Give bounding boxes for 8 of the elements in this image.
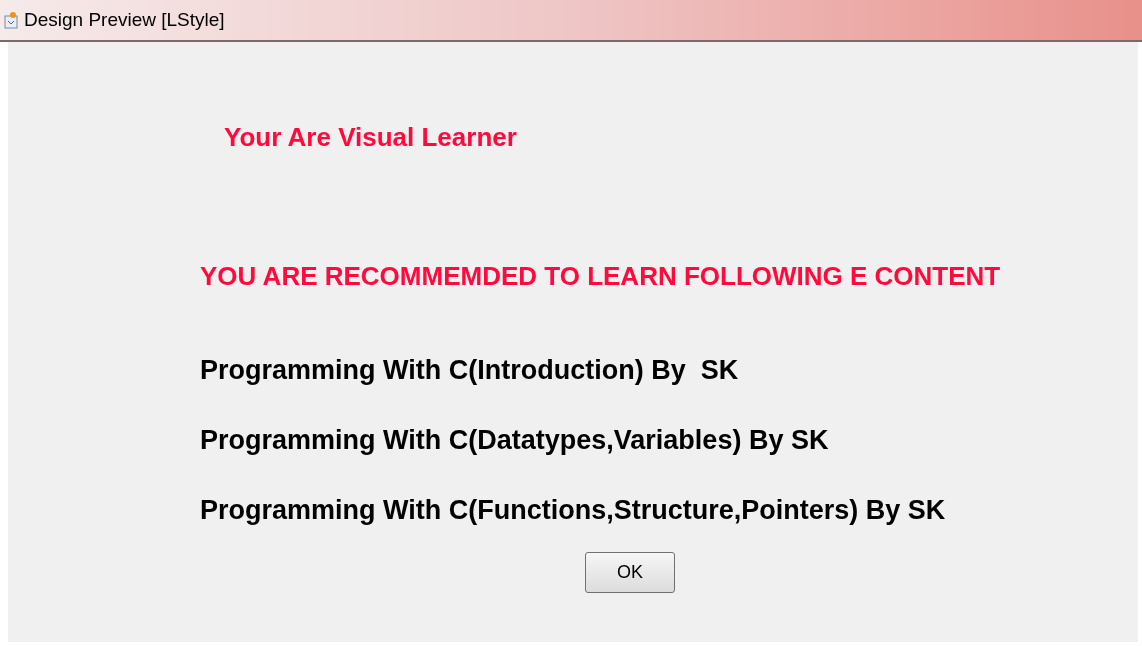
app-icon: [4, 11, 18, 29]
course-title: Programming With C(Introduction) By SK: [200, 354, 739, 386]
course-title: Programming With C(Functions,Structure,Pointers) By SK: [200, 494, 946, 526]
window-title: Design Preview [LStyle]: [24, 7, 225, 32]
ok-button[interactable]: OK: [585, 552, 675, 593]
recommendation-heading: YOU ARE RECOMMEMDED TO LEARN FOLLOWING E CONTENT: [200, 260, 1001, 293]
result-heading: Your Are Visual Learner: [224, 121, 517, 154]
course-title: Programming With C(Datatypes,Variables) By SK: [200, 424, 829, 456]
